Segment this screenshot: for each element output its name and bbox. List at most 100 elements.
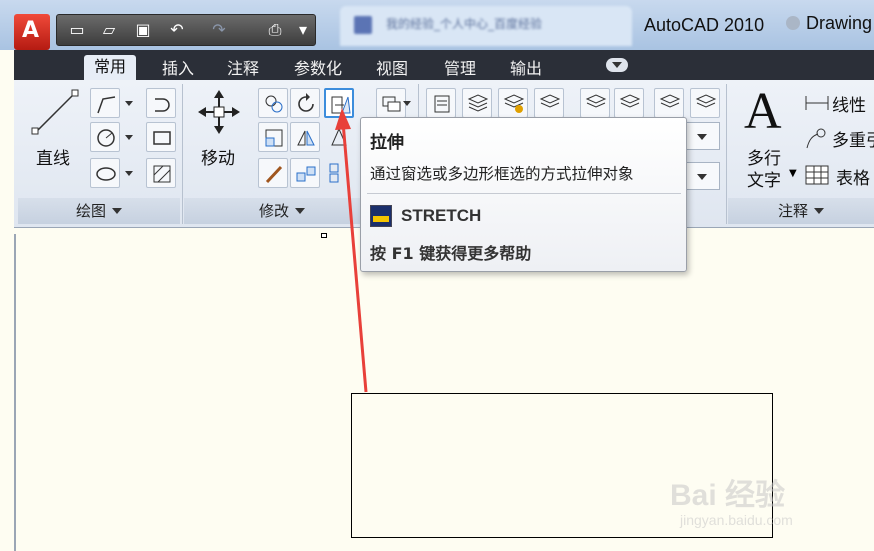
title-bar: A ▭ ▱ ▣ ↶ ↷ ⎙ ▾ 我的经验_个人中心_百度经验 AutoCAD 2… [0,0,874,50]
line-button-label[interactable]: 直线 [36,144,70,169]
layer-match-tool[interactable] [580,88,610,118]
ellipse-icon [96,167,116,181]
layer-change-tool[interactable] [614,88,644,118]
circle-dropdown[interactable] [124,122,134,152]
tab-manage[interactable]: 管理 [444,55,476,79]
grip-handle[interactable] [321,233,327,238]
redo-icon[interactable]: ↷ [207,19,231,41]
browser-tab-blurred: 我的经验_个人中心_百度经验 [340,6,632,46]
stretch-tool[interactable] [324,88,354,118]
line-icon[interactable] [30,88,80,138]
annotation-panel-title: 注释 [777,202,808,220]
tooltip-description: 通过窗选或多边形框选的方式拉伸对象 [370,165,634,183]
tab-view[interactable]: 视图 [376,55,408,79]
tab-parametric[interactable]: 参数化 [294,55,342,79]
mtext-label-2[interactable]: 文字 [747,166,781,191]
array-tool[interactable] [290,158,320,188]
ellipse-tool[interactable] [90,158,120,188]
ellipse-dropdown[interactable] [124,158,134,188]
scale-icon [265,129,283,147]
layer-off-icon [503,94,525,113]
move-icon[interactable] [198,90,240,134]
circle-tool[interactable] [90,122,120,152]
array-icon [296,166,316,182]
tooltip-divider [367,193,681,194]
ribbon-tab-bar: 常用 插入 注释 参数化 视图 管理 输出 [14,50,874,80]
scale-tool[interactable] [258,122,288,152]
rectangle-tool[interactable] [146,122,176,152]
tab-home[interactable]: 常用 [84,55,137,80]
open-icon[interactable]: ▱ [97,19,121,41]
rotate-tool[interactable] [290,88,320,118]
move-button-label[interactable]: 移动 [201,144,235,169]
command-icon [370,205,392,227]
hatch-icon [153,165,171,183]
quick-access-toolbar: ▭ ▱ ▣ ↶ ↷ ⎙ ▾ [56,14,316,46]
arc-tool[interactable] [146,88,176,118]
multileader-button[interactable]: 多重引 [832,126,874,151]
layer-freeze-icon [659,94,681,108]
layer-dropdown[interactable] [402,88,412,118]
circle-icon [97,129,115,147]
watermark-url: jingyan.baidu.com [680,512,793,528]
modify-panel-footer[interactable]: 修改 [184,198,380,224]
draw-panel-title: 绘图 [75,202,106,220]
rotate-icon [298,93,314,112]
tooltip-command: STRETCH [401,206,482,225]
drawing-title: Drawing [786,13,872,34]
plot-icon[interactable]: ⎙ [263,19,287,41]
linear-dimension-button[interactable]: 线性 [832,91,866,116]
doc-tab-icon [354,16,372,34]
text-a-icon[interactable]: A [744,82,782,141]
erase-tool[interactable] [258,158,288,188]
layer-combo[interactable] [684,122,720,150]
panel-divider [182,84,183,224]
layer-change-icon [619,94,641,108]
stretch-tooltip: 拉伸 通过窗选或多边形框选的方式拉伸对象 STRETCH 按 F1 键获得更多帮… [360,117,687,272]
panel-divider [726,84,727,224]
rectangle-icon [153,131,171,145]
mirror-tool[interactable] [290,122,320,152]
layer-match-icon [585,94,607,108]
layer-isolate-icon [539,94,561,108]
polyline-icon [97,96,116,114]
mirror-icon [297,130,315,146]
layer-lock-tool[interactable] [690,88,720,118]
explode-tool[interactable] [324,158,354,188]
annotation-panel-footer[interactable]: 注释 [728,198,874,224]
polyline-dropdown[interactable] [124,88,134,118]
ribbon-minimize-button[interactable] [606,58,628,72]
modify-panel-title: 修改 [258,202,289,220]
chevron-down-icon [295,208,305,214]
multileader-icon [806,128,826,149]
polyline-tool[interactable] [90,88,120,118]
tab-insert[interactable]: 插入 [162,55,194,79]
chevron-down-icon [112,208,122,214]
save-icon[interactable]: ▣ [131,19,155,41]
mtext-dropdown-icon[interactable]: ▼ [789,168,797,179]
new-icon[interactable]: ▭ [65,19,89,41]
undo-icon[interactable]: ↶ [165,19,189,41]
fillet-tool[interactable] [324,122,354,152]
copy-tool[interactable] [258,88,288,118]
tab-annotate[interactable]: 注释 [227,55,259,79]
layer-properties-tool[interactable] [426,88,456,118]
tab-output[interactable]: 输出 [510,55,542,79]
watermark-logo-text: Bai 经验 [670,479,786,512]
autocad-logo-button[interactable]: A [14,14,50,50]
table-icon [805,165,829,185]
layer-isolate-tool[interactable] [534,88,564,118]
layer-freeze-tool[interactable] [654,88,684,118]
tooltip-help: 按 F1 键获得更多帮助 [370,244,532,263]
dropdown-icon[interactable]: ▾ [291,19,315,41]
erase-icon [265,165,283,184]
stretch-icon [331,96,351,114]
draw-panel-footer[interactable]: 绘图 [18,198,180,224]
hatch-tool[interactable] [146,158,176,188]
explode-icon [329,163,339,183]
table-button[interactable]: 表格 [836,164,870,189]
layer-combo-2[interactable] [684,162,720,190]
layer-lock-icon [695,94,717,108]
layer-off-tool[interactable] [498,88,528,118]
layer-state-tool[interactable] [462,88,492,118]
